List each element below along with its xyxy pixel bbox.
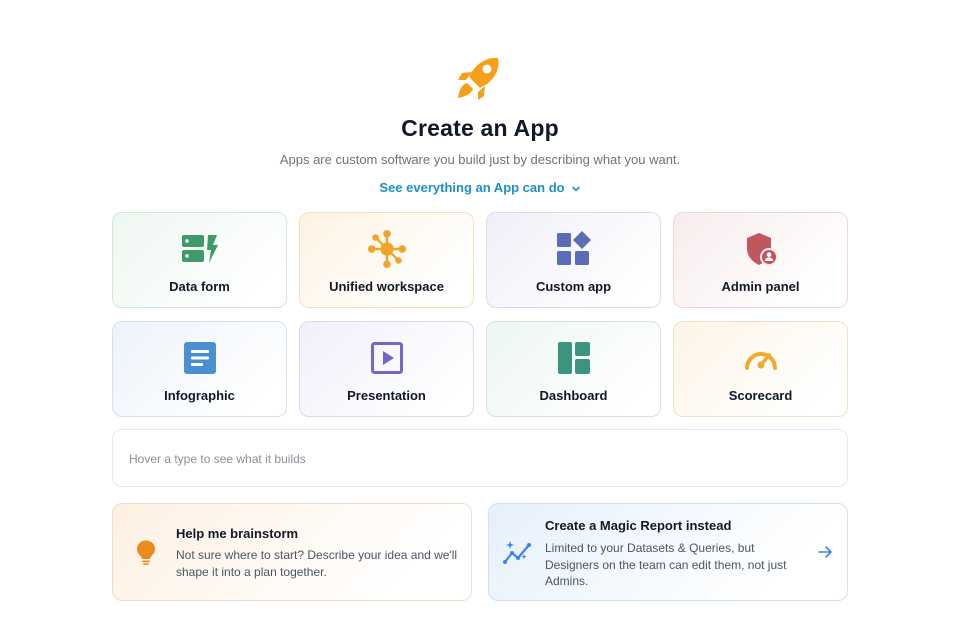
app-type-infographic[interactable]: Infographic (112, 321, 287, 417)
app-type-dashboard[interactable]: Dashboard (486, 321, 661, 417)
app-type-label: Custom app (535, 279, 612, 294)
arrow-right-icon (818, 546, 832, 558)
data-form-icon (180, 229, 220, 269)
rocket-icon (458, 57, 499, 100)
brainstorm-description: Not sure where to start? Describe your i… (176, 548, 458, 579)
dashboard-layout-icon (554, 338, 594, 378)
app-type-presentation[interactable]: Presentation (299, 321, 474, 417)
hover-hint-text: Hover a type to see what it builds (129, 452, 306, 466)
app-type-label: Admin panel (721, 279, 800, 294)
app-type-label: Data form (169, 279, 230, 294)
brainstorm-card[interactable]: Help me brainstorm Not sure where to sta… (112, 503, 472, 601)
app-type-unified-workspace[interactable]: Unified workspace (299, 212, 474, 308)
magic-report-title: Create a Magic Report instead (545, 518, 732, 533)
app-type-custom-app[interactable]: Custom app (486, 212, 661, 308)
see-all-label: See everything an App can do (379, 180, 565, 195)
document-icon (180, 338, 220, 378)
app-type-data-form[interactable]: Data form (112, 212, 287, 308)
app-type-label: Infographic (164, 388, 235, 403)
chevron-down-icon (571, 186, 580, 191)
magic-report-description: Limited to your Datasets & Queries, but … (545, 541, 787, 588)
app-type-label: Dashboard (539, 388, 608, 403)
gauge-icon (741, 338, 781, 378)
play-slide-icon (367, 338, 407, 378)
sparkle-chart-icon (503, 541, 531, 564)
page-subtitle: Apps are custom software you build just … (279, 152, 681, 167)
shield-user-icon (741, 229, 781, 269)
app-type-grid: Data form Unified workspace Custom app A… (112, 212, 848, 417)
brainstorm-title: Help me brainstorm (176, 526, 299, 541)
network-hub-icon (367, 229, 407, 269)
app-type-scorecard[interactable]: Scorecard (673, 321, 848, 417)
page-title: Create an App (401, 115, 559, 141)
app-type-admin-panel[interactable]: Admin panel (673, 212, 848, 308)
app-type-label: Scorecard (728, 388, 793, 403)
app-blocks-icon (554, 229, 594, 269)
see-all-capabilities-link[interactable]: See everything an App can do (0, 180, 960, 195)
magic-report-card[interactable]: Create a Magic Report instead Limited to… (488, 503, 848, 601)
lightbulb-icon (137, 540, 155, 565)
app-type-label: Presentation (347, 388, 426, 403)
hover-preview-panel: Hover a type to see what it builds (112, 429, 848, 487)
app-type-label: Unified workspace (329, 279, 444, 294)
